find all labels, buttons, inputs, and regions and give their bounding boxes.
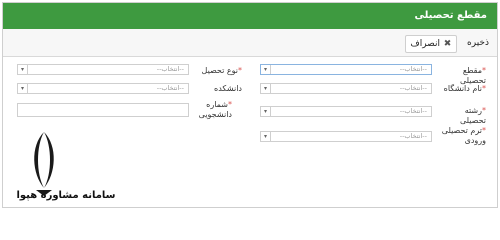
chevron-down-icon: ▾	[261, 65, 271, 74]
study-type-select[interactable]: ▾ --انتخاب--	[17, 64, 189, 75]
cancel-button-label: انصراف	[410, 39, 440, 49]
degree-label: *مقطع تحصیلی	[459, 66, 486, 85]
major-select[interactable]: ▾ --انتخاب--	[260, 106, 432, 117]
chevron-down-icon: ▾	[261, 107, 271, 116]
study-type-label: *نوع تحصیل	[201, 66, 242, 75]
degree-select[interactable]: ▾ --انتخاب--	[260, 64, 432, 75]
chevron-down-icon: ▾	[18, 65, 28, 74]
entry-term-select[interactable]: ▾ --انتخاب--	[260, 131, 432, 142]
university-select[interactable]: ▾ --انتخاب--	[260, 83, 432, 94]
faculty-select[interactable]: ▾ --انتخاب--	[17, 83, 189, 94]
student-number-input[interactable]	[17, 103, 189, 117]
save-button[interactable]: ذخیره	[463, 35, 493, 51]
brand-logo-text: سامانه مشاوره هپوا	[16, 190, 116, 201]
faculty-label: دانشکده	[214, 84, 242, 93]
cancel-button[interactable]: ✖انصراف	[405, 35, 457, 53]
university-label: *نام دانشگاه	[443, 84, 486, 93]
chevron-down-icon: ▾	[261, 132, 271, 141]
panel-title: مقطع تحصیلی	[3, 3, 497, 29]
toolbar: ذخیره ✖انصراف	[3, 29, 497, 57]
chevron-down-icon: ▾	[18, 84, 28, 93]
major-label: *رشته تحصیلی	[459, 106, 486, 125]
chevron-down-icon: ▾	[261, 84, 271, 93]
student-number-label: *شماره دانشجویی	[198, 100, 232, 119]
close-icon: ✖	[443, 39, 452, 49]
entry-term-label: *ترم تحصیلی ورودی	[441, 126, 486, 145]
